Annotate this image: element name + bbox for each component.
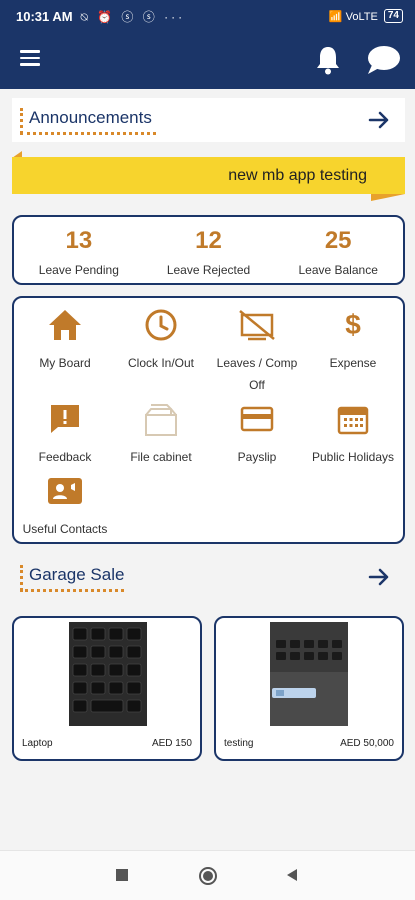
sale-item-price: AED 50,000 xyxy=(340,738,394,749)
sale-item-name: testing xyxy=(224,738,254,749)
menu-item-payslip[interactable]: Payslip xyxy=(208,400,306,468)
svg-text:$: $ xyxy=(345,309,361,340)
menu-item-my-board[interactable]: My Board xyxy=(16,306,114,374)
system-navigation-bar xyxy=(0,850,415,900)
arrow-right-icon[interactable] xyxy=(367,565,391,589)
leave-pending-label: Leave Pending xyxy=(38,263,119,277)
announcement-text: new mb app testing xyxy=(228,167,367,184)
menu-grid-card: My Board Clock In/Out Leaves / Comp Off … xyxy=(12,296,405,544)
title-underline xyxy=(20,132,156,135)
menu-item-file-cabinet[interactable]: File cabinet xyxy=(112,400,210,468)
menu-item-label: Useful Contacts xyxy=(22,522,108,536)
menu-item-label: Clock In/Out xyxy=(127,356,195,370)
home-icon xyxy=(49,310,81,340)
menu-item-label: Public Holidays xyxy=(311,450,395,464)
leave-balance-label: Leave Balance xyxy=(298,263,378,277)
menu-item-label: Expense xyxy=(329,356,377,370)
status-time: 10:31 AM xyxy=(16,8,73,24)
sale-item-price: AED 150 xyxy=(151,738,192,749)
clock-icon xyxy=(145,309,177,341)
leave-pending-stat[interactable]: 13 Leave Pending xyxy=(14,217,144,283)
contacts-icon xyxy=(48,478,82,504)
bell-icon[interactable] xyxy=(313,44,343,76)
sale-item-card[interactable]: testing AED 50,000 xyxy=(214,616,404,761)
dollar-icon: $ xyxy=(345,309,361,340)
recents-square-icon[interactable] xyxy=(115,868,129,882)
leave-balance-stat[interactable]: 25 Leave Balance xyxy=(273,217,403,283)
garage-sale-header: Garage Sale xyxy=(12,555,405,603)
leave-stats-card: 13 Leave Pending 12 Leave Rejected 25 Le… xyxy=(12,215,405,285)
banner-fold-right xyxy=(371,194,405,201)
back-triangle-icon[interactable] xyxy=(285,868,299,882)
status-icons: ⍉ ⏰ ⓢ ⓢ ··· xyxy=(80,9,186,24)
leave-rejected-value: 12 xyxy=(195,227,222,254)
menu-item-expense[interactable]: $ Expense xyxy=(304,306,402,374)
feedback-icon xyxy=(51,405,79,433)
file-cabinet-icon xyxy=(145,404,177,436)
menu-item-useful-contacts[interactable]: Useful Contacts xyxy=(16,472,114,540)
menu-item-label: Feedback xyxy=(38,450,92,464)
sale-item-name: Laptop xyxy=(22,738,53,749)
announcements-title: Announcements xyxy=(20,108,152,134)
chat-bubble-icon[interactable] xyxy=(365,44,401,76)
sale-item-photo xyxy=(69,622,147,726)
menu-item-public-holidays[interactable]: Public Holidays xyxy=(304,400,402,468)
sale-item-card[interactable]: Laptop AED 150 xyxy=(12,616,202,761)
payslip-card-icon xyxy=(240,406,274,432)
status-bar: 10:31 AM ⍉ ⏰ ⓢ ⓢ ··· 📶 VoLTE 74 xyxy=(0,0,415,32)
menu-item-label: Leaves / Comp Off xyxy=(216,356,298,392)
announcements-header: Announcements xyxy=(12,98,405,142)
menu-item-leaves-comp-off[interactable]: Leaves / Comp Off xyxy=(208,306,306,396)
menu-item-feedback[interactable]: Feedback xyxy=(16,400,114,468)
title-underline xyxy=(20,589,124,592)
leave-rejected-label: Leave Rejected xyxy=(166,263,251,277)
arrow-right-icon[interactable] xyxy=(367,108,391,132)
menu-item-clock-in-out[interactable]: Clock In/Out xyxy=(112,306,210,374)
menu-item-label: File cabinet xyxy=(130,450,192,464)
leave-icon xyxy=(239,310,275,341)
sale-item-photo xyxy=(270,622,348,726)
app-bar xyxy=(0,32,415,89)
menu-item-label: My Board xyxy=(39,356,91,370)
leave-rejected-stat[interactable]: 12 Leave Rejected xyxy=(144,217,274,283)
announcement-banner[interactable]: new mb app testing xyxy=(12,157,405,194)
garage-sale-title: Garage Sale xyxy=(20,565,124,591)
leave-pending-value: 13 xyxy=(65,227,93,254)
home-circle-icon[interactable] xyxy=(198,866,218,886)
calendar-icon xyxy=(337,406,369,435)
leave-balance-value: 25 xyxy=(324,227,352,254)
menu-item-label: Payslip xyxy=(237,450,277,464)
battery-indicator: 74 xyxy=(383,9,403,23)
signal-indicator: 📶 VoLTE xyxy=(328,10,378,23)
hamburger-menu-icon[interactable] xyxy=(20,50,40,70)
